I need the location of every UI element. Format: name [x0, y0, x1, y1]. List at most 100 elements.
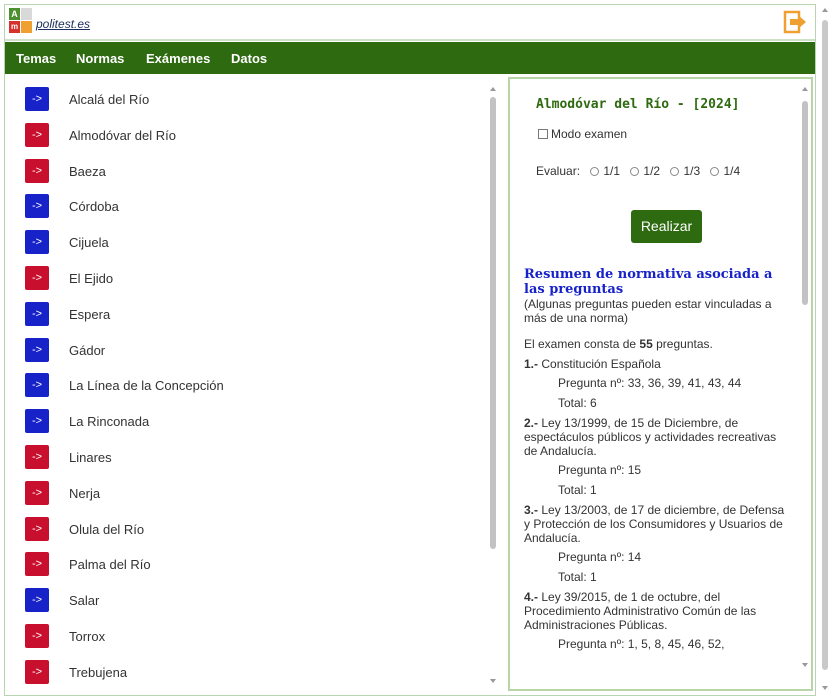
list-item[interactable]: -> Gádor	[25, 337, 445, 362]
list-item[interactable]: -> Palma del Río	[25, 552, 445, 577]
list-item-name[interactable]: Trebujena	[69, 665, 127, 680]
list-item[interactable]: -> Córdoba	[25, 194, 445, 219]
arrow-button[interactable]: ->	[25, 588, 49, 613]
list-item[interactable]: -> Olula del Río	[25, 516, 445, 541]
evaluar-radio-2[interactable]	[630, 167, 640, 176]
list-item-name[interactable]: Baeza	[69, 164, 106, 179]
list-item-name[interactable]: Espera	[69, 307, 110, 322]
arrow-button[interactable]: ->	[25, 87, 49, 111]
list-item[interactable]: -> Almodóvar del Río	[25, 122, 445, 147]
arrow-button[interactable]: ->	[25, 480, 49, 505]
page-scroll-thumb[interactable]	[822, 20, 828, 670]
list-item-name[interactable]: Alcalá del Río	[69, 92, 149, 107]
scroll-up-arrow-icon[interactable]	[802, 87, 808, 91]
law-preguntas: Pregunta nº: 14	[558, 550, 642, 564]
list-item-name[interactable]: El Ejido	[69, 271, 113, 286]
evaluar-option-label: 1/3	[683, 164, 701, 178]
panel-scrollbar[interactable]	[800, 85, 810, 685]
politest-logo[interactable]: A m	[9, 8, 33, 34]
realizar-button[interactable]: Realizar	[631, 210, 702, 243]
arrow-button[interactable]: ->	[25, 552, 49, 577]
brand-link[interactable]: politest.es	[36, 17, 90, 31]
law-number: 4.-	[524, 590, 539, 604]
evaluar-option-label: 1/4	[723, 164, 741, 178]
arrow-button[interactable]: ->	[25, 158, 49, 183]
summary-heading: Resumen de normativa asociada a las preg…	[524, 267, 773, 297]
list-item[interactable]: -> Cijuela	[25, 230, 445, 255]
nav-datos[interactable]: Datos	[231, 51, 267, 66]
list-item-name[interactable]: Córdoba	[69, 199, 119, 214]
list-item[interactable]: -> La Línea de la Concepción	[25, 373, 445, 398]
arrow-button[interactable]: ->	[25, 122, 49, 147]
list-item[interactable]: -> Nerja	[25, 480, 445, 505]
evaluar-radio-4[interactable]	[710, 167, 720, 176]
scroll-down-arrow-icon[interactable]	[822, 686, 828, 690]
modo-examen-row[interactable]: Modo examen	[538, 127, 627, 141]
list-item-name[interactable]: Cijuela	[69, 235, 109, 250]
arrow-button[interactable]: ->	[25, 194, 49, 219]
list-item[interactable]: -> Salar	[25, 588, 445, 613]
law-item: 2.- Ley 13/1999, de 15 de Diciembre, de …	[524, 416, 790, 458]
scroll-down-arrow-icon[interactable]	[802, 663, 808, 667]
arrow-button[interactable]: ->	[25, 516, 49, 541]
law-item: 4.- Ley 39/2015, de 1 de octubre, del Pr…	[524, 590, 790, 632]
arrow-button[interactable]: ->	[25, 337, 49, 362]
arrow-button[interactable]: ->	[25, 409, 49, 434]
list-scrollbar[interactable]	[488, 85, 498, 685]
arrow-button[interactable]: ->	[25, 373, 49, 398]
list-item[interactable]: -> Linares	[25, 445, 445, 469]
panel-scroll-thumb[interactable]	[802, 101, 808, 305]
law-total: Total: 1	[558, 483, 597, 497]
list-item[interactable]: -> Baeza	[25, 158, 445, 183]
logout-icon[interactable]	[783, 10, 807, 34]
list-item[interactable]: -> Espera	[25, 301, 445, 326]
law-text: Constitución Española	[541, 357, 661, 371]
list-item[interactable]: -> El Ejido	[25, 266, 445, 290]
arrow-button[interactable]: ->	[25, 230, 49, 255]
law-preguntas: Pregunta nº: 1, 5, 8, 45, 46, 52,	[558, 637, 725, 651]
evaluar-radio-3[interactable]	[670, 167, 680, 176]
list-item-name[interactable]: Torrox	[69, 629, 105, 644]
exam-count-line: El examen consta de 55 preguntas.	[524, 337, 790, 351]
scroll-down-arrow-icon[interactable]	[490, 679, 496, 683]
scroll-up-arrow-icon[interactable]	[490, 87, 496, 91]
nav-normas[interactable]: Normas	[76, 51, 124, 66]
page-scrollbar[interactable]	[819, 4, 831, 696]
arrow-button[interactable]: ->	[25, 624, 49, 648]
evaluar-option-label: 1/2	[643, 164, 661, 178]
nav-examenes[interactable]: Exámenes	[146, 51, 210, 66]
modo-examen-label: Modo examen	[551, 127, 628, 141]
list-item-name[interactable]: Nerja	[69, 486, 100, 501]
list-item-name[interactable]: Linares	[69, 450, 112, 465]
arrow-button[interactable]: ->	[25, 266, 49, 290]
arrow-button[interactable]: ->	[25, 301, 49, 326]
exam-count-pre: El examen consta de	[524, 337, 637, 351]
law-text: Ley 39/2015, de 1 de octubre, del Proced…	[524, 590, 757, 632]
modo-examen-checkbox[interactable]	[538, 129, 548, 139]
list-item-name[interactable]: Gádor	[69, 343, 105, 358]
nav-temas[interactable]: Temas	[16, 51, 56, 66]
list-item[interactable]: -> La Rinconada	[25, 409, 445, 434]
exam-count-value: 55	[639, 337, 653, 351]
list-scroll-thumb[interactable]	[490, 97, 496, 549]
law-item: 1.- Constitución Española	[524, 357, 790, 371]
list-item-name[interactable]: Salar	[69, 593, 99, 608]
law-item: 3.- Ley 13/2003, de 17 de diciembre, de …	[524, 503, 790, 545]
law-preguntas: Pregunta nº: 33, 36, 39, 41, 43, 44	[558, 376, 742, 390]
list-item[interactable]: -> Alcalá del Río	[25, 87, 445, 111]
arrow-button[interactable]: ->	[25, 659, 49, 684]
scroll-up-arrow-icon[interactable]	[822, 8, 828, 12]
list-item[interactable]: -> Trebujena	[25, 659, 445, 684]
list-item-name[interactable]: La Línea de la Concepción	[69, 378, 224, 393]
list-item-name[interactable]: La Rinconada	[69, 414, 149, 429]
list-item[interactable]: -> Torrox	[25, 624, 445, 648]
list-item-name[interactable]: Almodóvar del Río	[69, 128, 176, 143]
evaluar-radio-1[interactable]	[590, 167, 600, 176]
law-text: Ley 13/1999, de 15 de Diciembre, de espe…	[524, 416, 777, 458]
summary-note: (Algunas preguntas pueden estar vinculad…	[524, 297, 772, 325]
list-item-name[interactable]: Palma del Río	[69, 557, 151, 572]
evaluar-label: Evaluar:	[536, 164, 581, 178]
logo-square-c: m	[9, 21, 20, 33]
arrow-button[interactable]: ->	[25, 445, 49, 469]
list-item-name[interactable]: Olula del Río	[69, 522, 144, 537]
